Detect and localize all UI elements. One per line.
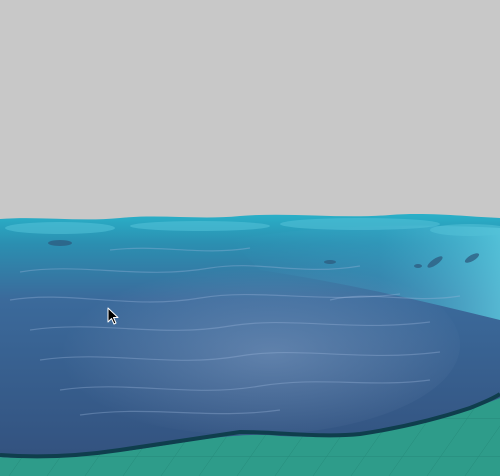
- ocean-scene[interactable]: [0, 0, 500, 476]
- surface-glare: [40, 255, 460, 435]
- render-viewport[interactable]: [0, 0, 500, 476]
- mouse-pointer-icon: [107, 307, 119, 325]
